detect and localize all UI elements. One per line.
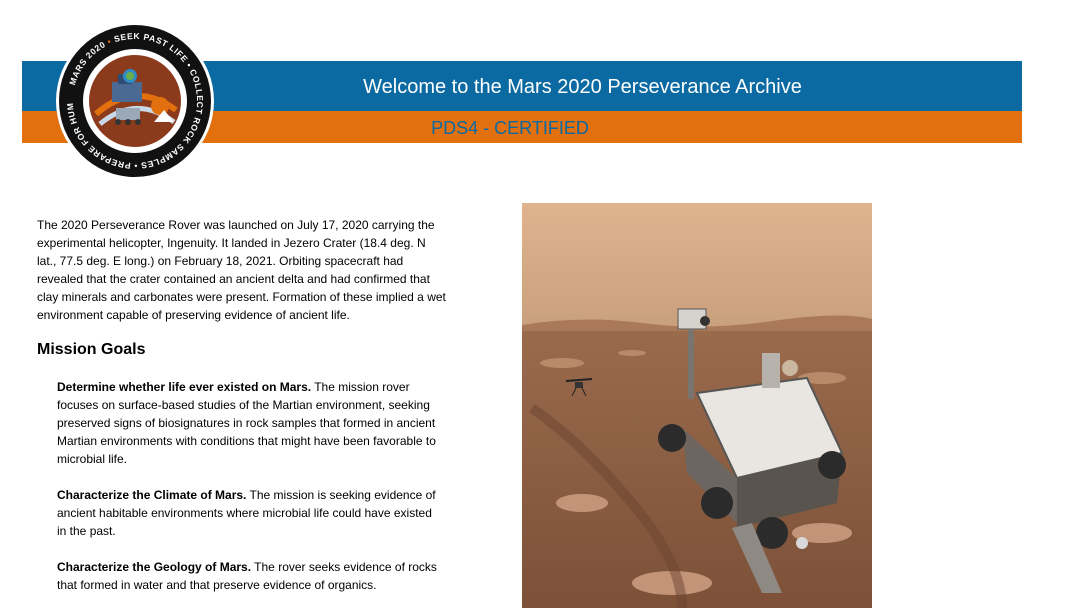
- mission-goal-title: Characterize the Climate of Mars.: [57, 488, 247, 502]
- perseverance-rover-selfie-image: [522, 203, 872, 608]
- mars-2020-mission-logo[interactable]: MARS 2020 • SEEK PAST LIFE • COLLECT ROC…: [56, 22, 214, 180]
- page-title: Welcome to the Mars 2020 Perseverance Ar…: [363, 76, 802, 98]
- mission-goal-2: Characterize the Climate of Mars. The mi…: [57, 486, 442, 540]
- certification-label: PDS4 - CERTIFIED: [431, 118, 589, 138]
- mission-goal-title: Determine whether life ever existed on M…: [57, 380, 312, 394]
- mission-goals-heading: Mission Goals: [37, 341, 146, 358]
- intro-paragraph: The 2020 Perseverance Rover was launched…: [37, 218, 446, 322]
- mission-goal-1: Determine whether life ever existed on M…: [57, 378, 442, 468]
- mission-goal-3: Characterize the Geology of Mars. The ro…: [57, 558, 442, 594]
- mission-goal-title: Characterize the Geology of Mars.: [57, 560, 252, 574]
